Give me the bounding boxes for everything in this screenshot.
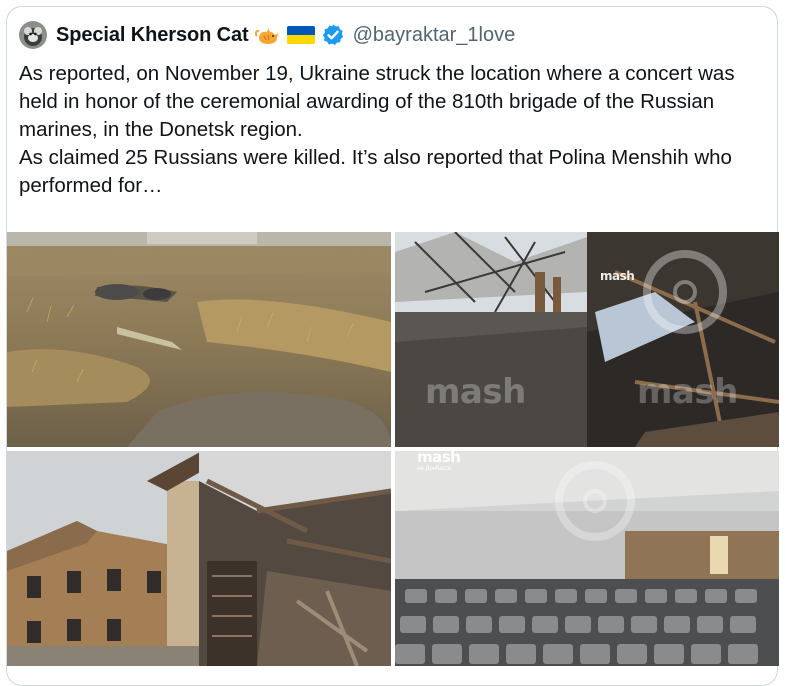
verified-badge-icon [321, 23, 345, 47]
tweet-text: As reported, on November 19, Ukraine str… [19, 60, 764, 200]
tweet-paragraph-2: As claimed 25 Russians were killed. It’s… [19, 146, 738, 197]
watermark-mash: mash [600, 269, 635, 283]
damaged-building-photo[interactable] [7, 451, 391, 666]
media-grid: mash mash mash mash на Донбассе [0, 225, 786, 675]
author-display-name[interactable]: Special Kherson Cat [56, 24, 249, 47]
watermark-mash-faded-right: mash [637, 372, 738, 412]
cat-emoji [254, 24, 281, 46]
destroyed-hall-photo[interactable]: mash mash mash [395, 232, 779, 447]
ukraine-flag-emoji [286, 25, 315, 45]
watermark-mash-faded: mash [425, 372, 526, 412]
watermark-mash-auditorium: mash [417, 451, 461, 466]
avatar[interactable] [19, 21, 47, 49]
tweet-header: Special Kherson Cat @bayraktar_1love [19, 18, 515, 52]
auditorium-photo[interactable]: mash на Донбассе [395, 451, 779, 666]
watermark-sub-auditorium: на Донбассе [417, 465, 451, 472]
author-handle[interactable]: @bayraktar_1love [353, 24, 516, 47]
tweet-paragraph-1: As reported, on November 19, Ukraine str… [19, 62, 741, 141]
field-photo[interactable] [7, 232, 391, 447]
